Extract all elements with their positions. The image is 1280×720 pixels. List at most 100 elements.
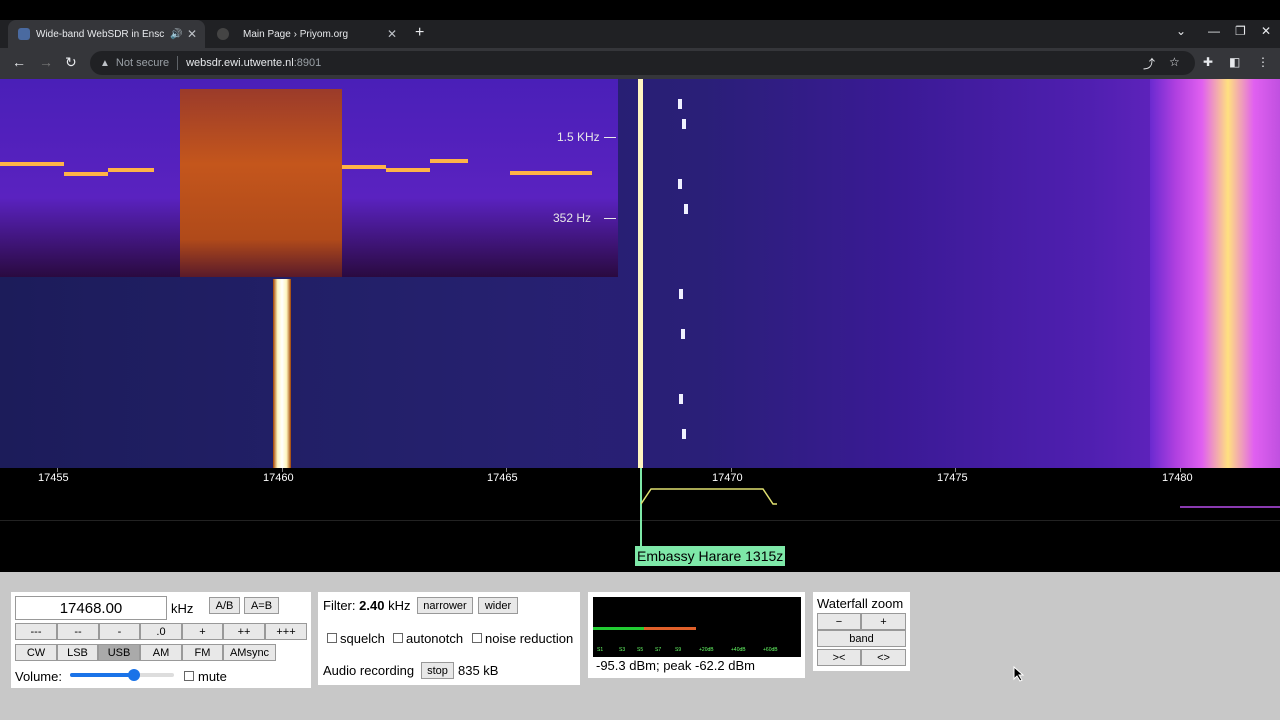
zoom-wide-button[interactable]: <> xyxy=(861,649,906,666)
zoom-title: Waterfall zoom xyxy=(817,596,904,611)
smeter-bar-peak xyxy=(644,627,696,630)
close-tab-icon[interactable]: ✕ xyxy=(387,27,397,41)
noise-reduction-checkbox[interactable] xyxy=(472,633,482,643)
share-icon[interactable]: ⤴ xyxy=(1143,55,1155,72)
tuning-marker[interactable] xyxy=(640,468,642,548)
step-button[interactable]: ++ xyxy=(223,623,265,640)
back-icon[interactable]: ← xyxy=(12,54,26,70)
websdr-favicon-icon xyxy=(18,28,30,40)
zoom-out-button[interactable]: − xyxy=(817,613,861,630)
smeter-scale: S9 xyxy=(675,647,682,653)
tone-trace xyxy=(342,165,386,169)
signal-burst xyxy=(684,204,688,214)
passband-shape[interactable] xyxy=(641,488,781,508)
tab-websdr[interactable]: Wide-band WebSDR in Ensch 🔊 ✕ xyxy=(8,20,205,48)
smeter-scale: S3 xyxy=(619,647,626,653)
hz-tick xyxy=(604,137,616,138)
tone-trace xyxy=(108,168,154,172)
signal-burst xyxy=(682,119,686,129)
url-host: websdr.ewi.utwente.nl xyxy=(186,57,294,69)
signal-burst xyxy=(681,329,685,339)
scale-label: 17475 xyxy=(937,472,968,484)
mute-checkbox[interactable] xyxy=(184,671,194,681)
signal-burst xyxy=(682,429,686,439)
hz-label: 352 Hz xyxy=(553,211,592,225)
tone-trace xyxy=(64,172,108,176)
mode-usb-button[interactable]: USB xyxy=(98,644,140,661)
band-edge-noise xyxy=(1150,79,1280,468)
speaker-icon[interactable]: 🔊 xyxy=(170,29,182,40)
tab-strip: Wide-band WebSDR in Ensch 🔊 ✕ Main Page … xyxy=(0,20,1280,48)
waterfall-display[interactable]: 1.5 KHz 352 Hz xyxy=(0,79,1280,468)
smeter-scale: +60dB xyxy=(763,647,778,653)
squelch-checkbox[interactable] xyxy=(327,633,337,643)
step-button[interactable]: + xyxy=(182,623,223,640)
step-button[interactable]: +++ xyxy=(265,623,307,640)
smeter-scale: +40dB xyxy=(731,647,746,653)
vfo-a-equals-b-button[interactable]: A=B xyxy=(244,597,279,614)
frequency-input[interactable]: 17468.00 xyxy=(15,596,167,620)
reload-icon[interactable]: ↻ xyxy=(65,54,77,71)
priyom-favicon-icon xyxy=(217,28,229,40)
step-button[interactable]: -- xyxy=(57,623,99,640)
hz-label: 1.5 KHz xyxy=(557,130,600,144)
mode-fm-button[interactable]: FM xyxy=(182,644,223,661)
wider-button[interactable]: wider xyxy=(478,597,518,614)
close-window-icon[interactable]: ✕ xyxy=(1261,24,1271,38)
mute-label: mute xyxy=(198,669,227,684)
scale-label: 17465 xyxy=(487,472,518,484)
mode-cw-button[interactable]: CW xyxy=(15,644,57,661)
mode-amsync-button[interactable]: AMsync xyxy=(223,644,276,661)
vfo-ab-button[interactable]: A/B xyxy=(209,597,240,614)
recording-label: Audio recording xyxy=(323,663,415,678)
mode-am-button[interactable]: AM xyxy=(140,644,182,661)
hz-tick xyxy=(604,218,616,219)
extensions-icon[interactable]: ✚ xyxy=(1203,55,1213,69)
warning-icon[interactable]: ▲ xyxy=(100,58,110,69)
smeter-scale: +20dB xyxy=(699,647,714,653)
signal-burst xyxy=(679,394,683,404)
audio-spectrogram: 1.5 KHz 352 Hz xyxy=(0,79,618,277)
mouse-cursor-icon xyxy=(1013,666,1025,682)
zoom-band-button[interactable]: band xyxy=(817,630,906,647)
new-tab-icon[interactable]: + xyxy=(415,24,424,42)
smeter-reading: -95.3 dBm; peak -62.2 dBm xyxy=(596,658,755,673)
menu-icon[interactable]: ⋮ xyxy=(1257,55,1269,69)
divider xyxy=(177,56,179,70)
zoom-narrow-button[interactable]: >< xyxy=(817,649,861,666)
minimize-icon[interactable]: — xyxy=(1208,24,1220,38)
station-label[interactable]: Embassy Harare 1315z xyxy=(635,546,786,566)
bookmark-star-icon[interactable]: ☆ xyxy=(1169,55,1180,69)
close-tab-icon[interactable]: ✕ xyxy=(187,27,197,41)
step-button[interactable]: --- xyxy=(15,623,57,640)
step-button[interactable]: - xyxy=(99,623,140,640)
tab-search-chevron-icon[interactable]: ⌄ xyxy=(1176,24,1186,38)
filter-bandwidth: 2.40 xyxy=(359,598,385,613)
volume-slider[interactable] xyxy=(70,669,174,681)
tab-title: Wide-band WebSDR in Ensch xyxy=(36,28,164,40)
signal-burst xyxy=(678,99,682,109)
scale-label: 17480 xyxy=(1162,472,1193,484)
zoom-in-button[interactable]: + xyxy=(861,613,906,630)
stop-recording-button[interactable]: stop xyxy=(421,662,454,679)
smeter-scale: S1 xyxy=(597,647,604,653)
frequency-unit: kHz xyxy=(171,601,194,616)
narrower-button[interactable]: narrower xyxy=(417,597,473,614)
restore-icon[interactable]: ❐ xyxy=(1235,24,1246,38)
tone-trace xyxy=(510,171,592,175)
smeter-display: S1 S3 S5 S7 S9 +20dB +40dB +60dB xyxy=(593,597,801,657)
side-panel-icon[interactable]: ◧ xyxy=(1229,55,1240,69)
top-letterbox xyxy=(0,0,1280,20)
tab-priyom[interactable]: Main Page › Priyom.org ✕ xyxy=(207,20,405,48)
tone-trace xyxy=(430,159,468,163)
scale-label: 17460 xyxy=(263,472,294,484)
tone-trace xyxy=(386,168,430,172)
band-marker xyxy=(1180,506,1280,508)
smeter-scale: S7 xyxy=(655,647,662,653)
url-port: :8901 xyxy=(293,57,322,69)
forward-icon[interactable]: → xyxy=(39,54,53,70)
step-button[interactable]: .0 xyxy=(140,623,182,640)
mode-lsb-button[interactable]: LSB xyxy=(57,644,98,661)
address-bar[interactable]: ▲ Not secure websdr.ewi.utwente.nl :8901 xyxy=(90,51,1195,75)
autonotch-checkbox[interactable] xyxy=(393,633,403,643)
